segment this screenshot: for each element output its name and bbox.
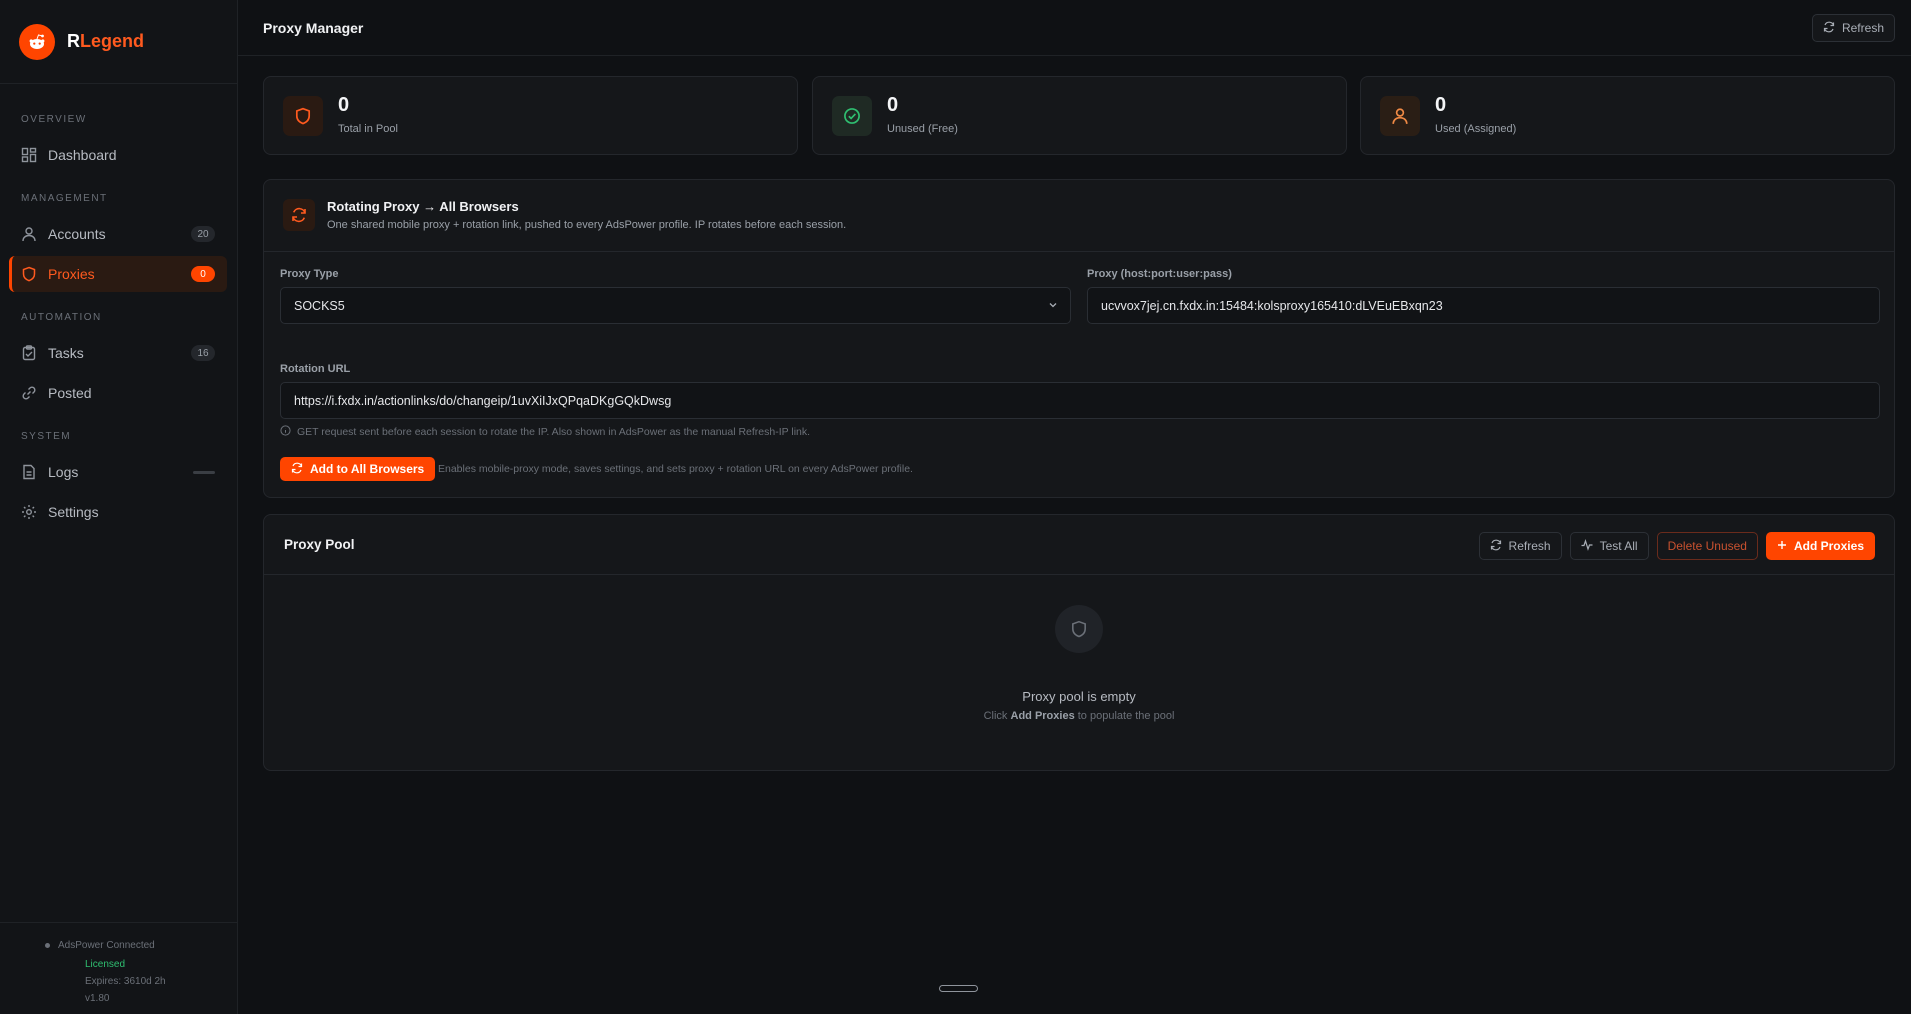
- scroll-handle[interactable]: [939, 985, 978, 992]
- link-icon: [20, 384, 38, 402]
- rotation-url-input[interactable]: https://i.fxdx.in/actionlinks/do/changei…: [280, 382, 1880, 419]
- reddit-logo-icon: [19, 23, 55, 60]
- activity-icon: [1581, 538, 1593, 554]
- proxy-type-select[interactable]: SOCKS5: [280, 287, 1071, 324]
- stat-label: Total in Pool: [338, 123, 398, 135]
- proxy-pool-header: Proxy Pool Refresh Test All Delete Unuse…: [264, 515, 1894, 575]
- add-to-all-browsers-hint: Enables mobile-proxy mode, saves setting…: [438, 463, 913, 475]
- sidebar-item-label: Dashboard: [48, 147, 117, 163]
- nav-section-system: SYSTEM: [21, 431, 72, 442]
- logs-status-indicator: [193, 470, 215, 474]
- test-all-button[interactable]: Test All: [1569, 532, 1649, 560]
- header-refresh-button[interactable]: Refresh: [1811, 14, 1895, 42]
- page-title: Proxy Manager: [263, 20, 364, 36]
- nav-section-management: MANAGEMENT: [21, 193, 108, 204]
- proxies-count-badge: 0: [191, 266, 215, 282]
- tasks-count-badge: 16: [191, 345, 215, 361]
- rotation-url-label: Rotation URL: [280, 363, 351, 375]
- gear-icon: [20, 503, 38, 521]
- rotating-proxy-title: Rotating Proxy → All Browsers: [327, 199, 519, 214]
- dashboard-icon: [20, 146, 38, 164]
- chevron-down-icon: [1048, 299, 1058, 313]
- rotating-proxy-header: Rotating Proxy → All Browsers One shared…: [264, 180, 1894, 252]
- shield-icon: [283, 96, 323, 136]
- plus-icon: [1777, 539, 1787, 553]
- info-icon: [280, 425, 291, 439]
- proxy-input[interactable]: ucvvox7jej.cn.fxdx.in:15484:kolsproxy165…: [1087, 287, 1880, 324]
- refresh-icon: [1823, 21, 1835, 36]
- sidebar-item-label: Accounts: [48, 226, 106, 242]
- empty-hint: Click Add Proxies to populate the pool: [983, 710, 1175, 722]
- stat-value: 0: [887, 94, 899, 116]
- delete-unused-button[interactable]: Delete Unused: [1656, 532, 1758, 560]
- check-circle-icon: [832, 96, 872, 136]
- proxy-pool-card: Proxy Pool Refresh Test All Delete Unuse…: [263, 514, 1895, 771]
- proxy-pool-empty-state: Proxy pool is empty Click Add Proxies to…: [264, 575, 1894, 772]
- sidebar-item-label: Tasks: [48, 345, 84, 361]
- shield-icon: [20, 265, 38, 283]
- rotation-url-hint: GET request sent before each session to …: [280, 425, 810, 439]
- license-expiry: Expires: 3610d 2h: [85, 976, 166, 987]
- brand-name: RLegend: [67, 31, 145, 51]
- add-to-all-browsers-button[interactable]: Add to All Browsers: [280, 457, 436, 481]
- empty-title: Proxy pool is empty: [1022, 689, 1136, 704]
- topbar: Proxy Manager Refresh: [238, 0, 1911, 56]
- sidebar-item-label: Proxies: [48, 266, 95, 282]
- proxy-field-label: Proxy (host:port:user:pass): [1087, 268, 1232, 280]
- clipboard-icon: [20, 344, 38, 362]
- adspower-status: AdsPower Connected: [45, 940, 155, 951]
- rotate-icon: [283, 199, 315, 231]
- stat-label: Used (Assigned): [1435, 123, 1517, 135]
- stat-label: Unused (Free): [887, 123, 958, 135]
- file-icon: [20, 463, 38, 481]
- license-status: Licensed: [85, 959, 126, 970]
- sidebar-item-label: Settings: [48, 504, 99, 520]
- nav-section-automation: AUTOMATION: [21, 312, 102, 323]
- shield-icon: [1055, 605, 1103, 653]
- refresh-icon: [1490, 539, 1502, 554]
- rotating-proxy-subtitle: One shared mobile proxy + rotation link,…: [327, 219, 847, 231]
- sidebar: RLegend OVERVIEW Dashboard MANAGEMENT Ac…: [0, 0, 238, 1014]
- sidebar-item-label: Posted: [48, 385, 92, 401]
- nav-section-overview: OVERVIEW: [21, 114, 87, 125]
- stat-card-used: 0 Used (Assigned): [1360, 76, 1895, 155]
- app-version: v1.80: [85, 993, 110, 1004]
- proxy-pool-actions: Refresh Test All Delete Unused Add Proxi…: [1478, 532, 1875, 560]
- user-icon: [20, 225, 38, 243]
- stat-value: 0: [1435, 94, 1447, 116]
- sidebar-item-logs[interactable]: Logs: [9, 454, 227, 490]
- proxy-type-value: SOCKS5: [294, 298, 345, 313]
- user-icon: [1380, 96, 1420, 136]
- sidebar-item-accounts[interactable]: Accounts 20: [9, 216, 227, 252]
- accounts-count-badge: 20: [191, 226, 215, 242]
- pool-refresh-button[interactable]: Refresh: [1478, 532, 1562, 560]
- stat-card-unused: 0 Unused (Free): [812, 76, 1347, 155]
- status-dot-icon: [45, 943, 50, 948]
- stat-card-total: 0 Total in Pool: [263, 76, 798, 155]
- proxy-type-label: Proxy Type: [280, 268, 339, 280]
- stat-value: 0: [338, 94, 350, 116]
- sidebar-item-settings[interactable]: Settings: [9, 494, 227, 530]
- sidebar-item-proxies[interactable]: Proxies 0: [9, 256, 227, 292]
- sidebar-footer: AdsPower Connected Licensed Expires: 361…: [0, 922, 238, 1014]
- refresh-icon: [291, 462, 303, 477]
- brand[interactable]: RLegend: [0, 0, 237, 84]
- rotating-proxy-card: Rotating Proxy → All Browsers One shared…: [263, 179, 1895, 498]
- sidebar-item-dashboard[interactable]: Dashboard: [9, 137, 227, 173]
- sidebar-item-tasks[interactable]: Tasks 16: [9, 335, 227, 371]
- sidebar-item-label: Logs: [48, 464, 79, 480]
- sidebar-item-posted[interactable]: Posted: [9, 375, 227, 411]
- add-proxies-button[interactable]: Add Proxies: [1765, 532, 1875, 560]
- proxy-pool-title: Proxy Pool: [284, 537, 355, 552]
